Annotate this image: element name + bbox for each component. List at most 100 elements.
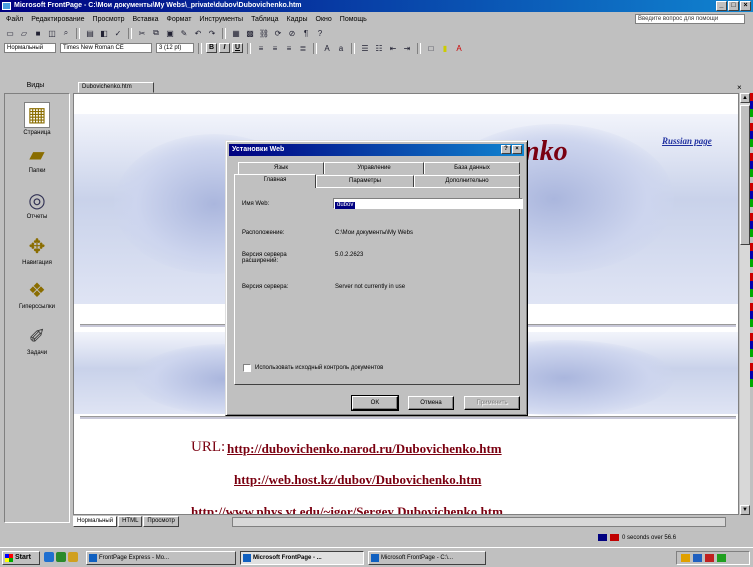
tab-html[interactable]: HTML (118, 516, 143, 527)
tray-icon-4[interactable] (717, 554, 726, 562)
tab-language[interactable]: Язык (238, 162, 324, 174)
task-frontpage-active[interactable]: Microsoft FrontPage - ... (240, 551, 364, 565)
undo-icon[interactable]: ↶ (192, 28, 204, 39)
align-left-icon[interactable]: ≡ (255, 43, 267, 54)
horizontal-scrollbar[interactable] (232, 517, 726, 527)
tray-icon-3[interactable] (705, 554, 714, 562)
link-host-kz[interactable]: http://web.host.kz/dubov/Dubovichenko.ht… (234, 472, 481, 488)
maximize-button[interactable]: □ (728, 1, 739, 11)
help-icon[interactable]: ? (314, 28, 326, 39)
font-color-icon[interactable]: A (453, 43, 465, 54)
tab-parameters[interactable]: Параметры (316, 175, 414, 187)
outlook-quicklaunch-icon[interactable] (68, 552, 78, 562)
ie-quicklaunch-icon[interactable] (44, 552, 54, 562)
view-page[interactable]: ▦ Страница (5, 102, 69, 136)
increase-indent-icon[interactable]: ⇥ (401, 43, 413, 54)
highlight-icon[interactable]: ▮ (439, 43, 451, 54)
app-title-bar[interactable]: Microsoft FrontPage - C:\Мои документы\M… (0, 0, 753, 12)
cancel-button[interactable]: Отмена (408, 396, 454, 410)
menu-view[interactable]: Просмотр (93, 16, 125, 23)
format-painter-icon[interactable]: ✎ (178, 28, 190, 39)
menu-edit[interactable]: Редактирование (31, 16, 84, 23)
task-frontpage-other[interactable]: Microsoft FrontPage - C:\... (368, 551, 486, 565)
scroll-down-icon[interactable]: ▼ (740, 505, 750, 515)
size-select[interactable]: 3 (12 pt) (156, 43, 194, 53)
publish-icon[interactable]: ◫ (46, 28, 58, 39)
view-navigation[interactable]: ✥ Навигация (5, 236, 69, 266)
russian-page-link[interactable]: Russian page (662, 136, 712, 146)
paste-icon[interactable]: ▣ (164, 28, 176, 39)
link-narod[interactable]: http://dubovichenko.narod.ru/Dubovichenk… (227, 441, 502, 457)
redo-icon[interactable]: ↷ (206, 28, 218, 39)
tray-icon-1[interactable] (681, 554, 690, 562)
align-center-icon[interactable]: ≡ (269, 43, 281, 54)
dialog-close-button[interactable]: × (512, 145, 522, 154)
close-button[interactable]: × (740, 1, 751, 11)
insert-table-icon[interactable]: ▦ (230, 28, 242, 39)
tab-database[interactable]: База данных (424, 162, 520, 174)
font-select[interactable]: Times New Roman CE (60, 43, 152, 53)
scroll-thumb[interactable] (740, 105, 750, 245)
copy-icon[interactable]: ⧉ (150, 28, 162, 39)
view-folders[interactable]: ▰ Папки (5, 144, 69, 174)
cut-icon[interactable]: ✂ (136, 28, 148, 39)
help-question-input[interactable]: Введите вопрос для помощи (635, 14, 745, 24)
menu-insert[interactable]: Вставка (133, 16, 159, 23)
underline-button[interactable]: U (232, 43, 243, 53)
spelling-icon[interactable]: ✓ (112, 28, 124, 39)
search-icon[interactable]: ⌕ (60, 28, 72, 39)
close-document-icon[interactable]: × (737, 83, 742, 92)
minimize-button[interactable]: _ (716, 1, 727, 11)
open-icon[interactable]: ▱ (18, 28, 30, 39)
bold-button[interactable]: B (206, 43, 217, 53)
menu-help[interactable]: Помощь (340, 16, 367, 23)
dialog-help-button[interactable]: ? (501, 145, 511, 154)
tray-icon-2[interactable] (693, 554, 702, 562)
source-control-checkbox[interactable]: Использовать исходный контроль документо… (243, 364, 383, 372)
tab-normal[interactable]: Нормальный (73, 516, 118, 527)
ok-button[interactable]: OK (351, 395, 399, 411)
font-size-decrease-icon[interactable]: a (335, 43, 347, 54)
web-name-input[interactable]: dubov (333, 198, 523, 209)
new-page-icon[interactable]: ▭ (4, 28, 16, 39)
print-icon[interactable]: ▤ (84, 28, 96, 39)
italic-button[interactable]: I (219, 43, 230, 53)
decrease-indent-icon[interactable]: ⇤ (387, 43, 399, 54)
checkbox-box[interactable] (243, 364, 251, 372)
menu-table[interactable]: Таблица (251, 16, 278, 23)
document-tab[interactable]: Dubovichenko.htm (78, 82, 154, 93)
dialog-title-bar[interactable]: Установки Web ? × (229, 144, 524, 156)
preview-icon[interactable]: ◧ (98, 28, 110, 39)
view-hyperlinks[interactable]: ❖ Гиперссылки (5, 280, 69, 310)
apply-button[interactable]: Применить (464, 396, 520, 410)
tab-general[interactable]: Главная (234, 174, 316, 188)
menu-window[interactable]: Окно (316, 16, 332, 23)
refresh-icon[interactable]: ⟳ (272, 28, 284, 39)
link-phys-vt[interactable]: http://www.phys.vt.edu/~igor/Sergey Dubo… (191, 504, 503, 514)
scroll-up-icon[interactable]: ▲ (740, 93, 750, 103)
tab-preview[interactable]: Просмотр (143, 516, 179, 527)
view-reports[interactable]: ◎ Отчеты (5, 190, 69, 220)
borders-icon[interactable]: □ (425, 43, 437, 54)
font-size-increase-icon[interactable]: A (321, 43, 333, 54)
start-button[interactable]: Start (2, 551, 40, 565)
justify-icon[interactable]: ≣ (297, 43, 309, 54)
save-icon[interactable]: ■ (32, 28, 44, 39)
hyperlink-icon[interactable]: ⛓ (258, 28, 270, 39)
menu-file[interactable]: Файл (6, 16, 23, 23)
insert-picture-icon[interactable]: ▩ (244, 28, 256, 39)
numbered-list-icon[interactable]: ☰ (359, 43, 371, 54)
view-tasks[interactable]: ✐ Задачи (5, 326, 69, 356)
vertical-scrollbar[interactable]: ▲ ▼ (740, 93, 750, 515)
tab-advanced[interactable]: Дополнительно (414, 175, 520, 187)
task-frontpage-express[interactable]: FrontPage Express - Mo... (86, 551, 236, 565)
desktop-quicklaunch-icon[interactable] (56, 552, 66, 562)
show-all-icon[interactable]: ¶ (300, 28, 312, 39)
tab-navigation[interactable]: Управление (324, 162, 424, 174)
menu-tools[interactable]: Инструменты (199, 16, 243, 23)
menu-format[interactable]: Формат (167, 16, 192, 23)
style-select[interactable]: Нормальный (4, 43, 56, 53)
menu-frames[interactable]: Кадры (287, 16, 308, 23)
stop-icon[interactable]: ⊘ (286, 28, 298, 39)
bulleted-list-icon[interactable]: ☷ (373, 43, 385, 54)
